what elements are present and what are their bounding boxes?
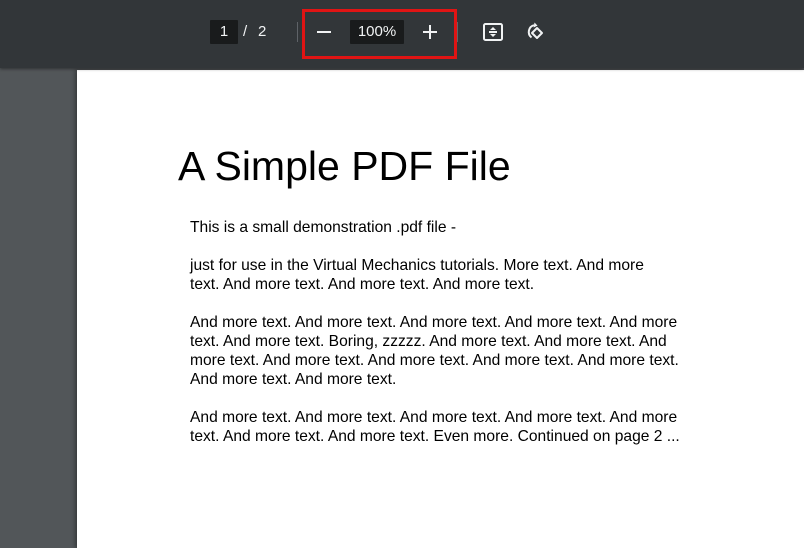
fit-to-page-button[interactable] (479, 18, 507, 46)
page-number-input[interactable]: 1 (210, 20, 238, 44)
paragraph-line: And more text. And more text. And more t… (190, 409, 678, 426)
document-paragraph: just for use in the Virtual Mechanics tu… (190, 256, 710, 294)
document-paragraph: And more text. And more text. And more t… (190, 408, 710, 446)
zoom-level-input[interactable]: 100% (350, 20, 404, 44)
minus-icon (317, 31, 331, 33)
paragraph-line: And more text. And more text. And more t… (190, 314, 678, 331)
document-paragraph: This is a small demonstration .pdf file … (190, 218, 710, 237)
paragraph-line: more text. And more text. And more text.… (190, 352, 679, 369)
paragraph-line: This is a small demonstration .pdf file … (190, 219, 457, 236)
page-total: 2 (258, 23, 267, 40)
document-paragraph: And more text. And more text. And more t… (190, 313, 710, 389)
zoom-out-button[interactable] (310, 18, 338, 46)
rotate-button[interactable] (522, 18, 550, 46)
pdf-toolbar: 1 / 2 100% (0, 0, 804, 68)
paragraph-line: text. And more text. And more text. And … (190, 276, 535, 293)
pdf-page: A Simple PDF File This is a small demons… (77, 70, 804, 548)
paragraph-line: text. And more text. Boring, zzzzz. And … (190, 333, 667, 350)
zoom-in-button[interactable] (416, 18, 444, 46)
fit-to-page-icon (483, 23, 503, 41)
toolbar-divider (297, 22, 298, 42)
rotate-counterclockwise-icon (527, 22, 543, 39)
document-title: A Simple PDF File (178, 143, 511, 189)
paragraph-line: text. And more text. And more text. Even… (190, 428, 680, 445)
plus-icon (423, 25, 437, 39)
paragraph-line: And more text. And more text. (190, 371, 397, 388)
toolbar-divider (457, 22, 458, 42)
paragraph-line: just for use in the Virtual Mechanics tu… (190, 257, 644, 274)
viewer-background (0, 68, 77, 548)
page-separator: / (243, 23, 248, 40)
